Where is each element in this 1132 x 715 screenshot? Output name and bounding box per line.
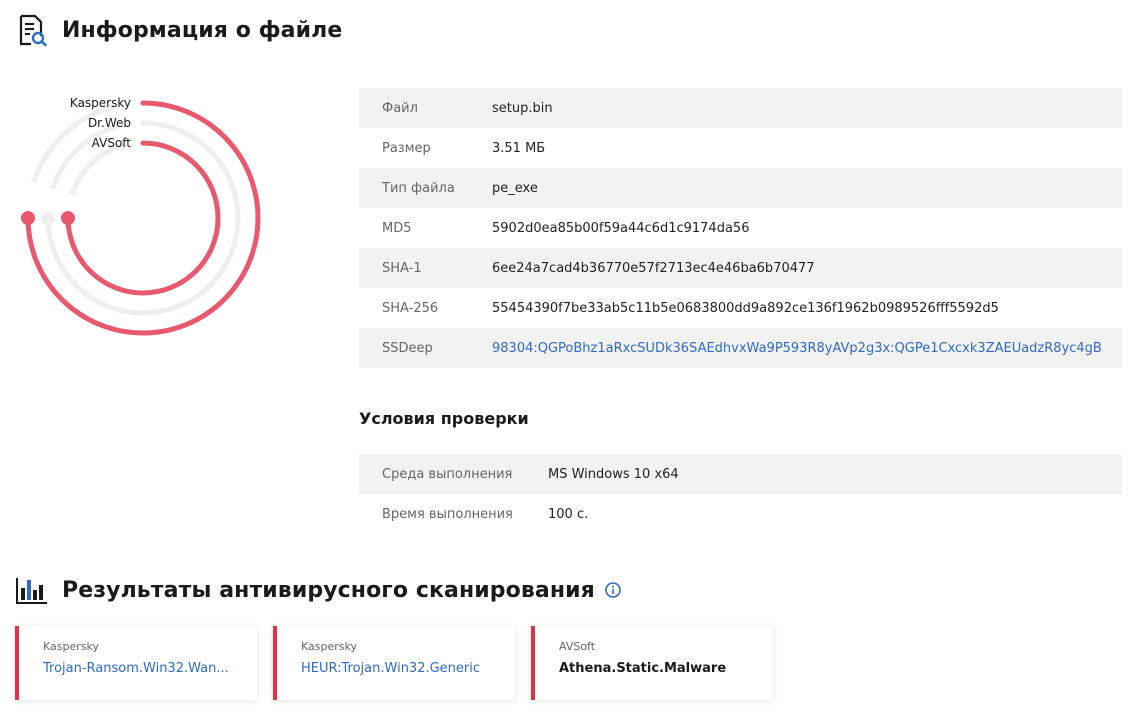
verdict-link[interactable]: HEUR:Trojan.Win32.Generic xyxy=(301,661,491,676)
ssdeep-link[interactable]: 98304:QGPoBhz1aRxcSUDk36SAEdhvxWa9P593R8… xyxy=(492,341,1102,356)
av-result-card: Kaspersky HEUR:Trojan.Win32.Generic xyxy=(273,626,515,700)
engine-name: AVSoft xyxy=(559,640,596,653)
ring-label: Kaspersky xyxy=(70,96,131,110)
page-title: Информация о файле xyxy=(62,17,343,43)
file-search-icon xyxy=(16,14,48,46)
ring-end-dot xyxy=(61,211,75,225)
av-result-cards: Kaspersky Trojan-Ransom.Win32.Wan... Kas… xyxy=(15,626,773,700)
info-circle-icon[interactable] xyxy=(605,582,621,598)
row-value: 55454390f7be33ab5c11b5e0683800dd9a892ce1… xyxy=(492,300,999,316)
conditions-table: Среда выполнения MS Windows 10 x64 Время … xyxy=(359,454,1122,534)
av-results-title: Результаты антивирусного сканирования xyxy=(62,577,595,603)
engine-name: Kaspersky xyxy=(43,640,99,653)
row-value: setup.bin xyxy=(492,100,553,116)
file-info-row: SHA-1 6ee24a7cad4b36770e57f2713ec4e46ba6b… xyxy=(359,248,1122,288)
row-key: MD5 xyxy=(382,220,412,236)
file-info-table: Файл setup.bin Размер 3.51 МБ Тип файла pe_… xyxy=(359,88,1122,368)
row-value: pe_exe xyxy=(492,180,538,196)
file-info-row: SSDeep 98304:QGPoBhz1aRxcSUDk36SAEdhvxWa9… xyxy=(359,328,1122,368)
row-key: Размер xyxy=(382,140,431,156)
row-key: Время выполнения xyxy=(382,506,513,522)
ring-track xyxy=(69,143,125,196)
row-key: SHA-256 xyxy=(382,300,439,316)
row-value: 6ee24a7cad4b36770e57f2713ec4e46ba6b70477 xyxy=(492,260,815,276)
conditions-title: Условия проверки xyxy=(359,409,529,428)
row-key: Файл xyxy=(382,100,418,116)
conditions-row: Время выполнения 100 с. xyxy=(359,494,1122,534)
row-key: SSDeep xyxy=(382,340,433,356)
ring-label: Dr.Web xyxy=(88,116,131,130)
av-results-header: Результаты антивирусного сканирования xyxy=(16,574,621,606)
verdict-link[interactable]: Trojan-Ransom.Win32.Wan... xyxy=(43,661,233,676)
conditions-row: Среда выполнения MS Windows 10 x64 xyxy=(359,454,1122,494)
av-result-card: AVSoft Athena.Static.Malware xyxy=(531,626,773,700)
file-info-header: Информация о файле xyxy=(16,14,342,46)
ring-end-dot xyxy=(41,211,55,225)
av-result-card: Kaspersky Trojan-Ransom.Win32.Wan... xyxy=(15,626,257,700)
row-value: 5902d0ea85b00f59a44c6d1c9174da56 xyxy=(492,220,750,236)
file-info-row: Тип файла pe_exe xyxy=(359,168,1122,208)
ring-label: AVSoft xyxy=(92,136,132,150)
file-info-row: MD5 5902d0ea85b00f59a44c6d1c9174da56 xyxy=(359,208,1122,248)
file-info-row: Размер 3.51 МБ xyxy=(359,128,1122,168)
row-key: Тип файла xyxy=(382,180,455,196)
row-value: MS Windows 10 x64 xyxy=(548,466,679,482)
verdict-text: Athena.Static.Malware xyxy=(559,661,727,676)
engine-name: Kaspersky xyxy=(301,640,357,653)
file-info-row: SHA-256 55454390f7be33ab5c11b5e0683800dd9… xyxy=(359,288,1122,328)
bar-chart-icon xyxy=(16,574,48,606)
row-value: 100 с. xyxy=(548,506,589,522)
row-key: Среда выполнения xyxy=(382,466,513,482)
row-value: 3.51 МБ xyxy=(492,140,546,156)
file-info-row: Файл setup.bin xyxy=(359,88,1122,128)
ring-end-dot xyxy=(21,211,35,225)
engines-ring-chart: Kaspersky Dr.Web AVSoft xyxy=(21,96,261,336)
row-key: SHA-1 xyxy=(382,260,422,276)
